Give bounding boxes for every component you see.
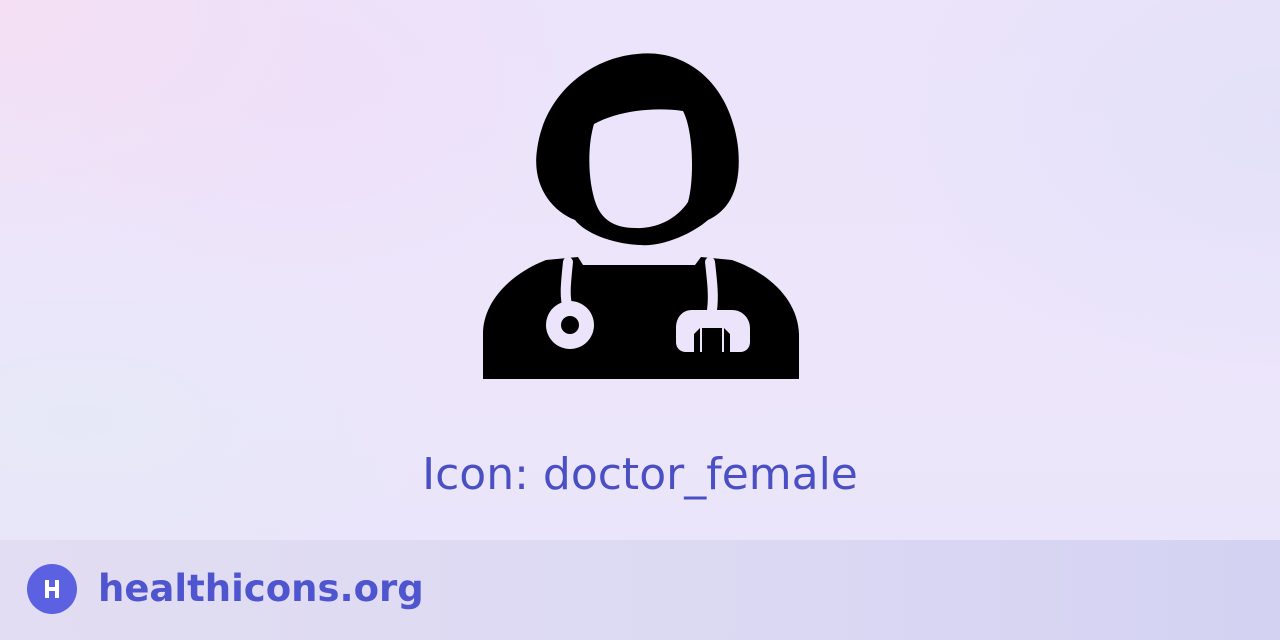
healthicons-logo-icon[interactable] xyxy=(27,564,77,614)
doctor-female-icon xyxy=(480,52,800,382)
preview-stage: Icon: doctor_female xyxy=(0,0,1280,540)
footer-bar: healthicons.org xyxy=(0,540,1280,640)
icon-caption: Icon: doctor_female xyxy=(422,449,858,500)
site-link[interactable]: healthicons.org xyxy=(98,566,424,612)
